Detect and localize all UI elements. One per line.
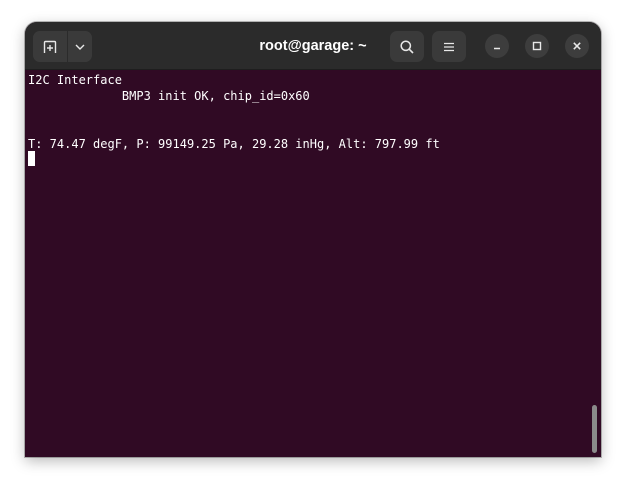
new-tab-button[interactable] [33,31,67,62]
close-icon [572,41,582,51]
vertical-scrollbar[interactable] [592,405,597,453]
terminal-line: BMP3 init OK, chip_id=0x60 [28,89,310,103]
terminal-line: T: 74.47 degF, P: 99149.25 Pa, 29.28 inH… [28,137,440,151]
minimize-icon [492,41,502,51]
chevron-down-icon [74,41,86,53]
window-title: root@garage: ~ [259,38,367,54]
maximize-icon [532,41,542,51]
minimize-button[interactable] [485,34,509,58]
hamburger-menu-icon [442,40,456,54]
maximize-button[interactable] [525,34,549,58]
search-icon [399,39,415,55]
main-menu-button[interactable] [432,31,466,62]
header-bar: root@garage: ~ [25,22,601,70]
search-button[interactable] [390,31,424,62]
new-tab-group [33,31,92,62]
terminal-window: root@garage: ~ I2C Interface BMP3 init O… [25,22,601,457]
terminal-text: I2C Interface BMP3 init OK, chip_id=0x60… [28,72,440,152]
new-tab-icon [42,39,58,55]
tab-menu-dropdown-button[interactable] [67,31,92,62]
terminal-output-area[interactable]: I2C Interface BMP3 init OK, chip_id=0x60… [25,70,601,457]
terminal-line: I2C Interface [28,73,122,87]
text-cursor [28,151,35,166]
close-button[interactable] [565,34,589,58]
